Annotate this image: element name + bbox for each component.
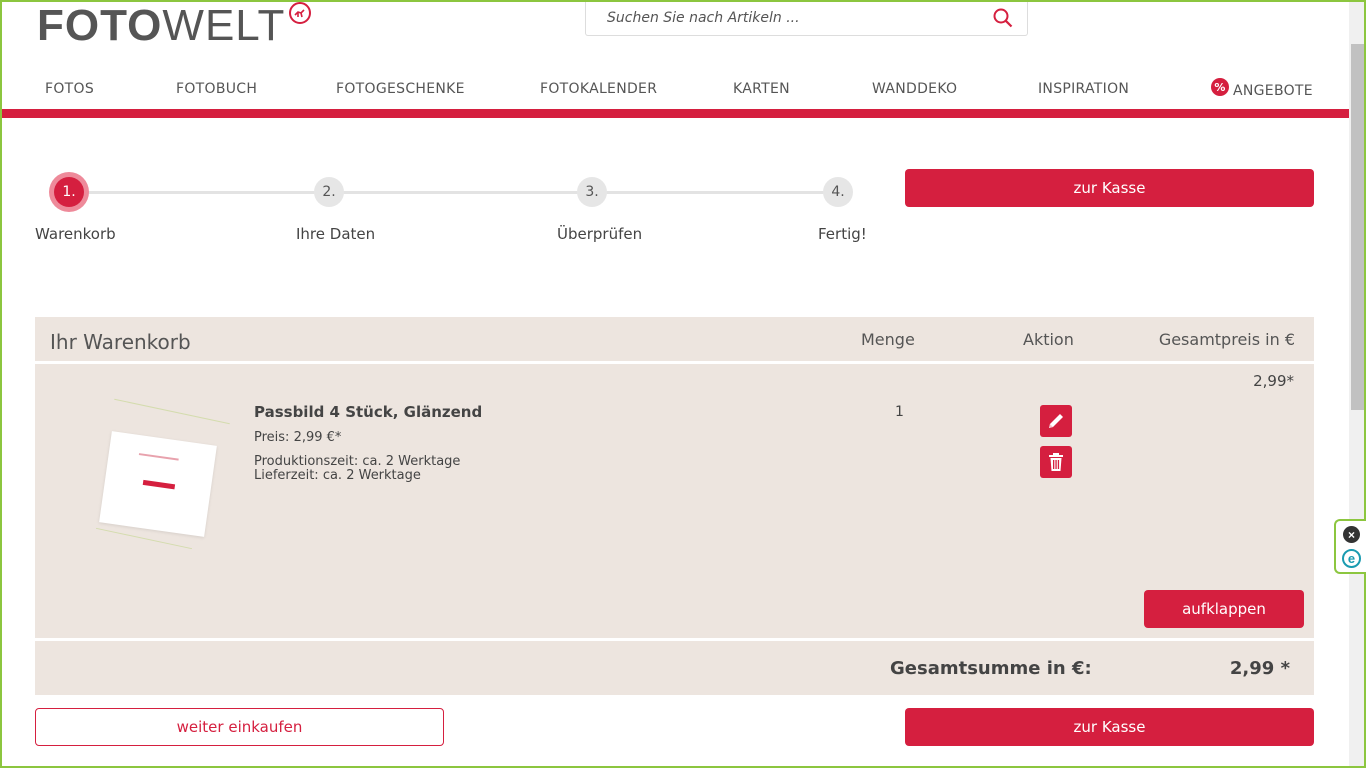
search-icon[interactable] [991,6,1015,30]
sum-value: 2,99 * [1229,658,1290,679]
cart-title: Ihr Warenkorb [50,330,191,354]
scrollbar-thumb[interactable] [1351,44,1364,410]
item-name: Passbild 4 Stück, Glänzend [254,403,483,421]
nav-item-wanddeko[interactable]: WANDDEKO [872,81,957,97]
column-header-action: Aktion [1023,330,1074,349]
checkout-button-bottom[interactable]: zur Kasse [905,708,1314,746]
nav-item-angebote[interactable]: % ANGEBOTE [1211,78,1313,99]
thumbnail-button-shape [142,479,176,490]
expand-button[interactable]: aufklappen [1144,590,1304,628]
step-4-circle: 4. [823,177,853,207]
search-box [585,0,1028,36]
nav-item-inspiration[interactable]: INSPIRATION [1038,81,1129,97]
edit-item-button[interactable] [1040,405,1072,437]
item-production-time: Produktionszeit: ca. 2 Werktage [254,454,461,469]
step-3-circle: 3. [577,177,607,207]
step-4-label: Fertig! [818,225,867,243]
side-widget: × e [1334,519,1366,574]
column-header-total: Gesamtpreis in € [1158,330,1295,349]
column-header-quantity: Menge [861,330,915,349]
nav-offer-label: ANGEBOTE [1233,83,1313,99]
logo-mark-icon [289,2,312,24]
nav-item-karten[interactable]: KARTEN [733,81,790,97]
e-badge-icon[interactable]: e [1342,549,1361,568]
trash-icon [1049,453,1063,471]
nav-item-fotobuch[interactable]: FOTOBUCH [176,81,257,97]
pencil-icon [1049,414,1063,428]
thumbnail-decoration [114,398,230,425]
nav-item-fotokalender[interactable]: FOTOKALENDER [540,81,657,97]
step-2-circle: 2. [314,177,344,207]
sum-label: Gesamtsumme in €: [890,658,1092,679]
item-delivery-time: Lieferzeit: ca. 2 Werktage [254,468,421,483]
nav-item-fotos[interactable]: FOTOS [45,81,94,97]
cart-sum-row: Gesamtsumme in €: 2,99 * [35,641,1314,695]
item-total-price: 2,99* [1253,372,1294,390]
product-thumbnail[interactable] [99,431,217,537]
percent-icon: % [1211,78,1229,96]
continue-shopping-button[interactable]: weiter einkaufen [35,708,444,746]
close-icon[interactable]: × [1343,526,1360,543]
search-input[interactable] [607,9,991,26]
nav-item-fotogeschenke[interactable]: FOTOGESCHENKE [336,81,465,97]
step-1-label: Warenkorb [35,225,116,243]
main-nav: FOTOS FOTOBUCH FOTOGESCHENKE FOTOKALENDE… [0,78,1349,104]
progress-line [70,191,840,194]
cart-header: Ihr Warenkorb Menge Aktion Gesamtpreis i… [35,317,1314,361]
checkout-button-top[interactable]: zur Kasse [905,169,1314,207]
thumbnail-text-line [138,453,179,461]
step-1-circle: 1. [54,177,84,207]
logo[interactable]: FOTOWELT [37,1,312,50]
logo-text: FOTOWELT [37,1,286,50]
nav-accent-bar [2,109,1349,118]
item-quantity: 1 [895,404,904,420]
step-3-label: Überprüfen [557,225,643,243]
item-price: Preis: 2,99 €* [254,430,342,445]
delete-item-button[interactable] [1040,446,1072,478]
scrollbar[interactable] [1349,0,1366,768]
cart-item-row: Passbild 4 Stück, Glänzend Preis: 2,99 €… [35,364,1314,638]
step-2-label: Ihre Daten [296,225,376,243]
